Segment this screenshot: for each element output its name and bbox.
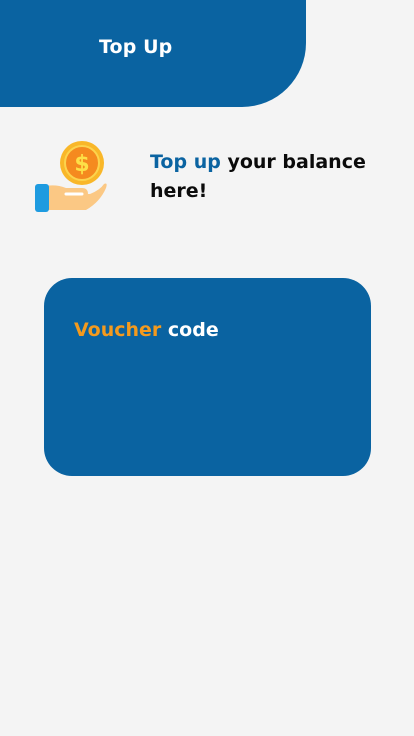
intro-accent-text: Top up: [150, 151, 221, 173]
voucher-highlight-text: Voucher: [74, 319, 162, 341]
intro-heading: Top up your balance here!: [150, 148, 390, 206]
page-title: Top Up: [99, 36, 173, 58]
top-header: Top Up: [0, 0, 306, 107]
voucher-code-card[interactable]: Voucher code: [44, 278, 371, 476]
voucher-rest-text: code: [161, 319, 219, 341]
svg-text:$: $: [74, 152, 89, 177]
voucher-code-label: Voucher code: [74, 319, 219, 341]
coin-in-hand-icon: $: [30, 140, 110, 216]
